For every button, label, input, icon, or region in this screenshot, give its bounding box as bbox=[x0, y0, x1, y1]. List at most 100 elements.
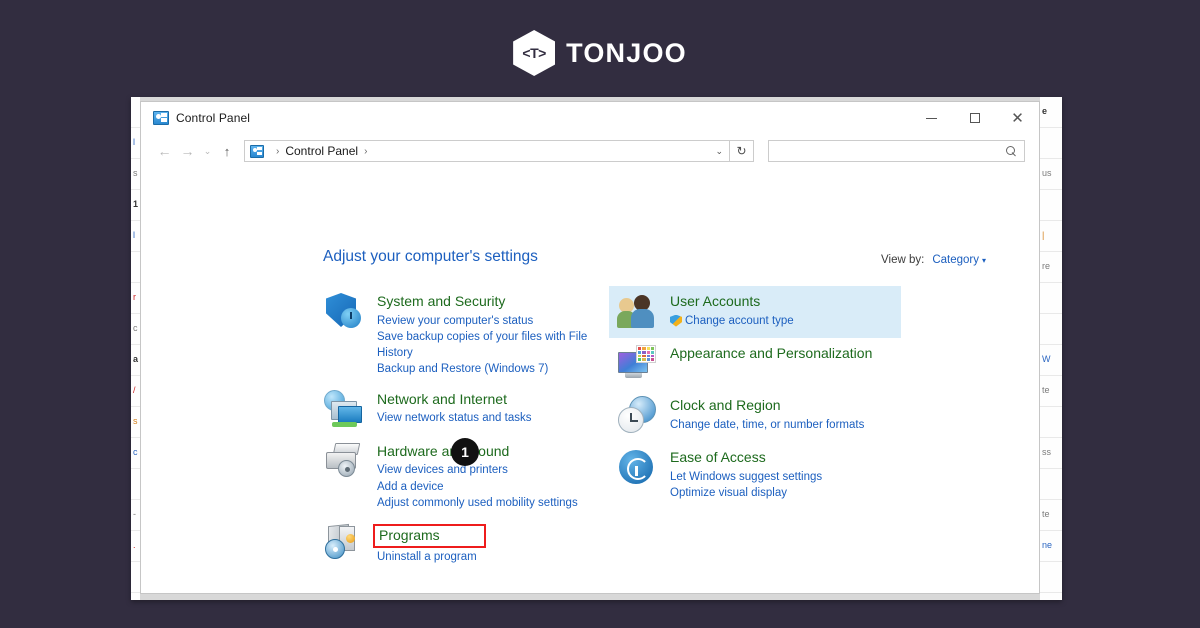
tonjoo-hex-logo-icon: <T> bbox=[513, 30, 555, 76]
category-link[interactable]: Optimize visual display bbox=[670, 485, 822, 501]
color-swatch-grid bbox=[636, 345, 656, 363]
category-title[interactable]: Hardware and Sound bbox=[377, 443, 509, 461]
background-row: ss bbox=[1040, 438, 1062, 469]
minimize-icon bbox=[926, 118, 937, 119]
category-link[interactable]: Save backup copies of your files with Fi… bbox=[377, 329, 595, 362]
breadcrumb-separator: › bbox=[364, 146, 367, 157]
chevron-down-icon[interactable]: ▾ bbox=[982, 256, 986, 265]
breadcrumb-control-panel[interactable]: Control Panel bbox=[285, 144, 358, 158]
category-link[interactable]: Uninstall a program bbox=[377, 549, 486, 565]
background-fragment: a bbox=[133, 354, 138, 364]
address-bar[interactable]: › Control Panel › ⌄ bbox=[244, 140, 730, 162]
background-fragment: c bbox=[133, 447, 138, 457]
background-row bbox=[1040, 190, 1062, 221]
maximize-button[interactable] bbox=[953, 102, 996, 134]
ease-of-access-icon bbox=[617, 448, 657, 488]
background-row: s bbox=[131, 407, 140, 438]
category-link-row[interactable]: Change account type bbox=[670, 313, 794, 329]
category-system-and-security[interactable]: System and Security Review your computer… bbox=[316, 286, 601, 384]
user-body-right-shape bbox=[631, 309, 654, 328]
background-fragment: re bbox=[1042, 261, 1050, 271]
close-button[interactable]: ✕ bbox=[996, 102, 1039, 134]
background-row: W bbox=[1040, 345, 1062, 376]
background-row: / bbox=[131, 376, 140, 407]
window-title: Control Panel bbox=[176, 111, 250, 125]
background-page-right: e us | re W te ss te ne bbox=[1040, 97, 1062, 600]
background-row: l bbox=[131, 128, 140, 159]
clock-overlay-icon bbox=[341, 308, 361, 328]
category-text: Appearance and Personalization bbox=[670, 344, 872, 365]
background-fragment: e bbox=[1042, 106, 1047, 116]
refresh-button[interactable]: ↻ bbox=[730, 140, 754, 162]
clock-icon bbox=[617, 396, 657, 436]
category-link: Change account type bbox=[685, 313, 794, 329]
category-column-right: User Accounts Change account type bbox=[609, 286, 909, 571]
address-toolbar: ← → ⌄ ↑ › Control Panel › ⌄ ↻ bbox=[141, 134, 1039, 168]
category-link[interactable]: Review your computer's status bbox=[377, 313, 595, 329]
window-controls: ✕ bbox=[910, 102, 1039, 134]
category-programs[interactable]: Programs Uninstall a program bbox=[316, 517, 601, 571]
category-link[interactable]: Let Windows suggest settings bbox=[670, 469, 822, 485]
category-title[interactable]: Ease of Access bbox=[670, 449, 766, 467]
category-title[interactable]: Clock and Region bbox=[670, 397, 781, 415]
category-text: Network and Internet View network status… bbox=[377, 390, 531, 427]
up-button[interactable]: ↑ bbox=[216, 139, 238, 163]
minimize-button[interactable] bbox=[910, 102, 953, 134]
category-link[interactable]: Backup and Restore (Windows 7) bbox=[377, 361, 595, 377]
category-link[interactable]: View network status and tasks bbox=[377, 410, 531, 426]
category-link[interactable]: Adjust commonly used mobility settings bbox=[377, 495, 578, 511]
category-appearance-and-personalization[interactable]: Appearance and Personalization bbox=[609, 338, 909, 390]
background-row: te bbox=[1040, 500, 1062, 531]
forward-button[interactable]: → bbox=[176, 139, 199, 163]
hex-logo-text: <T> bbox=[522, 45, 545, 61]
category-network-and-internet[interactable]: Network and Internet View network status… bbox=[316, 384, 601, 436]
background-row bbox=[1040, 314, 1062, 345]
background-fragment: r bbox=[133, 292, 136, 302]
category-link[interactable]: Change date, time, or number formats bbox=[670, 417, 864, 433]
category-text: System and Security Review your computer… bbox=[377, 292, 595, 378]
uac-shield-icon bbox=[670, 315, 682, 327]
background-row bbox=[131, 469, 140, 500]
view-by-label: View by: bbox=[881, 254, 924, 266]
background-row: . bbox=[131, 531, 140, 562]
page-title: Adjust your computer's settings bbox=[323, 248, 538, 266]
background-fragment: l bbox=[133, 137, 135, 147]
category-text: Clock and Region Change date, time, or n… bbox=[670, 396, 864, 433]
view-by-value[interactable]: Category bbox=[932, 254, 979, 266]
category-text: User Accounts Change account type bbox=[670, 292, 794, 329]
background-fragment: . bbox=[133, 540, 136, 550]
category-title[interactable]: Appearance and Personalization bbox=[670, 345, 872, 363]
category-link[interactable]: Add a device bbox=[377, 479, 578, 495]
background-row bbox=[1040, 562, 1062, 593]
background-fragment: s bbox=[133, 416, 138, 426]
background-fragment: s bbox=[133, 168, 138, 178]
category-user-accounts[interactable]: User Accounts Change account type bbox=[609, 286, 901, 338]
recent-locations-button[interactable]: ⌄ bbox=[199, 139, 216, 163]
programs-icon bbox=[324, 523, 364, 563]
category-ease-of-access[interactable]: Ease of Access Let Windows suggest setti… bbox=[609, 442, 909, 507]
background-row: a bbox=[131, 345, 140, 376]
title-bar[interactable]: Control Panel ✕ bbox=[141, 102, 1039, 134]
background-fragment: te bbox=[1042, 509, 1050, 519]
window-frame: l s 1 l r c a / s c - . e us | re W te s… bbox=[131, 97, 1062, 600]
background-row: us bbox=[1040, 159, 1062, 190]
category-link[interactable]: View devices and printers bbox=[377, 462, 578, 478]
background-fragment: c bbox=[133, 323, 138, 333]
chevron-down-icon[interactable]: ⌄ bbox=[715, 146, 723, 157]
search-icon bbox=[1006, 146, 1017, 157]
background-row: ne bbox=[1040, 531, 1062, 562]
background-row bbox=[131, 562, 140, 593]
background-row: re bbox=[1040, 252, 1062, 283]
category-title[interactable]: User Accounts bbox=[670, 293, 760, 311]
category-text: Ease of Access Let Windows suggest setti… bbox=[670, 448, 822, 501]
users-icon bbox=[617, 292, 657, 332]
category-column-left: System and Security Review your computer… bbox=[316, 286, 601, 571]
category-clock-and-region[interactable]: Clock and Region Change date, time, or n… bbox=[609, 390, 909, 442]
category-title[interactable]: System and Security bbox=[377, 293, 505, 311]
search-input[interactable] bbox=[768, 140, 1025, 162]
shield-icon bbox=[324, 292, 364, 332]
background-row bbox=[1040, 407, 1062, 438]
category-title-highlighted[interactable]: Programs bbox=[373, 524, 486, 548]
category-title[interactable]: Network and Internet bbox=[377, 391, 507, 409]
back-button[interactable]: ← bbox=[153, 139, 176, 163]
